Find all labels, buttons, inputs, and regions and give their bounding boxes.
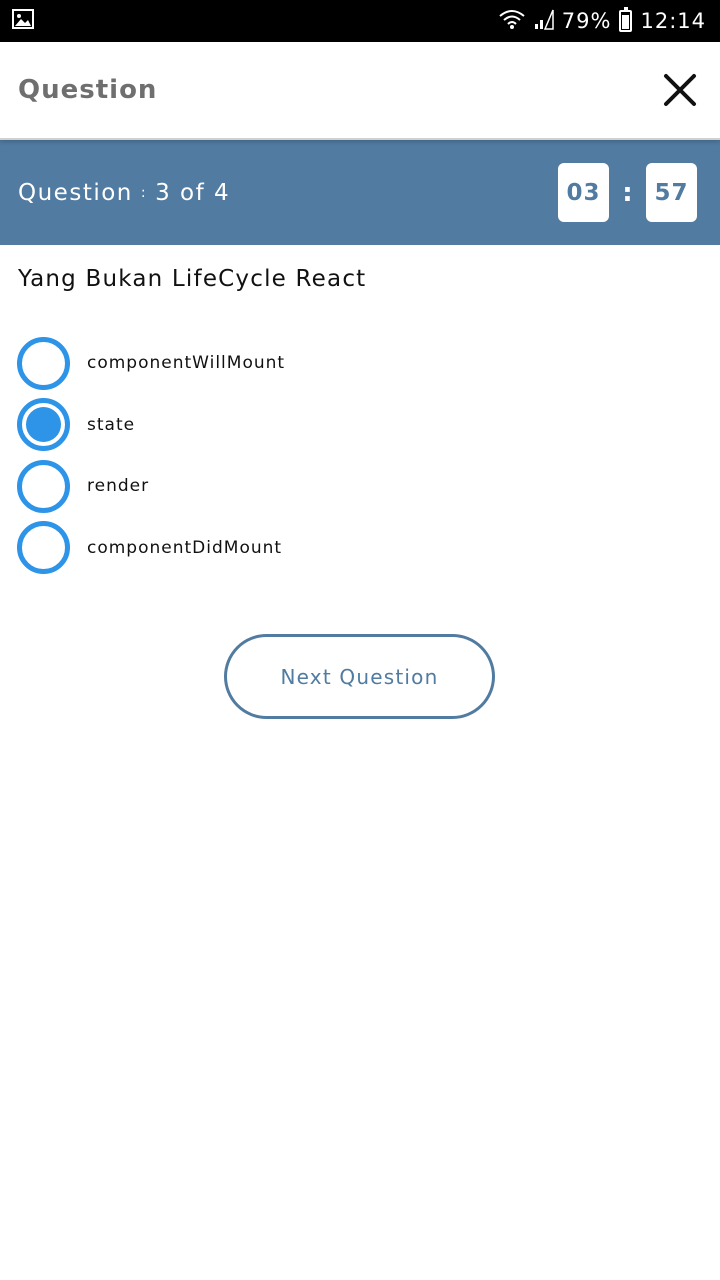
- app-bar: Question: [0, 42, 720, 140]
- answer-option[interactable]: componentDidMount: [17, 521, 697, 574]
- status-bar-right: 79% 12:14: [498, 7, 706, 35]
- answer-options: componentWillMount state render componen…: [17, 336, 697, 583]
- question-counter-separator: :: [140, 185, 148, 201]
- close-button[interactable]: [660, 70, 700, 110]
- question-counter-value: 3 of 4: [155, 179, 231, 206]
- next-question-button[interactable]: Next Question: [224, 634, 495, 719]
- close-icon: [664, 74, 696, 106]
- answer-option[interactable]: render: [17, 459, 697, 513]
- countdown-timer: 03 : 57: [558, 163, 697, 222]
- app-bar-title: Question: [18, 75, 158, 105]
- answer-option[interactable]: state: [17, 398, 697, 451]
- status-bar-left: [12, 9, 34, 33]
- question-counter: Question:3 of 4: [18, 180, 230, 206]
- answer-option-label: componentDidMount: [87, 537, 283, 558]
- signal-icon: [534, 8, 554, 35]
- wifi-icon: [498, 8, 526, 35]
- status-bar: 79% 12:14: [0, 0, 720, 42]
- answer-option-label: componentWillMount: [87, 353, 286, 373]
- answer-option-label: state: [87, 414, 136, 435]
- timer-colon: :: [622, 177, 633, 208]
- radio-selected-dot: [26, 407, 61, 442]
- image-icon: [12, 9, 34, 33]
- clock: 12:14: [640, 9, 706, 33]
- question-text: Yang Bukan LifeCycle React: [18, 266, 367, 292]
- battery-percent: 79%: [561, 9, 612, 33]
- radio-button[interactable]: [17, 336, 70, 390]
- answer-option-label: render: [87, 476, 150, 496]
- battery-icon: [619, 7, 633, 32]
- question-counter-label: Question: [18, 179, 133, 206]
- radio-button[interactable]: [17, 459, 70, 513]
- timer-minutes: 03: [558, 163, 609, 222]
- question-progress-bar: Question:3 of 4 03 : 57: [0, 140, 720, 245]
- answer-option[interactable]: componentWillMount: [17, 336, 697, 390]
- radio-button-selected[interactable]: [17, 398, 70, 451]
- radio-button[interactable]: [17, 521, 70, 574]
- timer-seconds: 57: [646, 163, 697, 222]
